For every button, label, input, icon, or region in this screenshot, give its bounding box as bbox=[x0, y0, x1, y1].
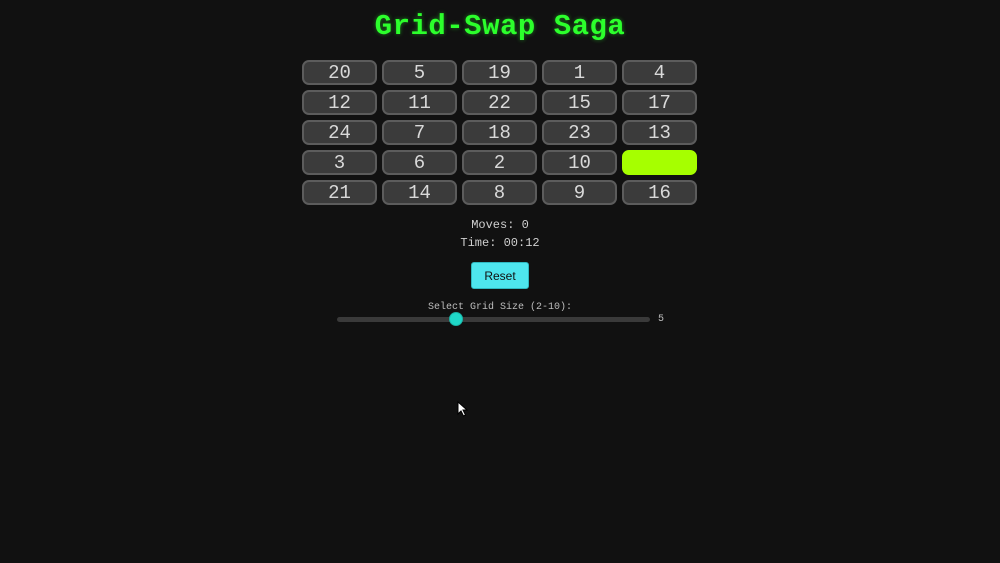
grid-tile[interactable]: 24 bbox=[302, 120, 377, 145]
grid-tile[interactable]: 5 bbox=[382, 60, 457, 85]
grid-tile[interactable]: 2 bbox=[462, 150, 537, 175]
grid-tile[interactable]: 6 bbox=[382, 150, 457, 175]
reset-button[interactable]: Reset bbox=[471, 262, 529, 289]
grid-tile[interactable]: 16 bbox=[622, 180, 697, 205]
grid-tile[interactable]: 10 bbox=[542, 150, 617, 175]
grid-tile[interactable]: 12 bbox=[302, 90, 377, 115]
grid-tile[interactable]: 19 bbox=[462, 60, 537, 85]
grid-size-slider-track[interactable] bbox=[337, 317, 650, 322]
grid-tile[interactable]: 21 bbox=[302, 180, 377, 205]
grid-tile[interactable]: 14 bbox=[382, 180, 457, 205]
grid-tile[interactable]: 13 bbox=[622, 120, 697, 145]
game-title: Grid-Swap Saga bbox=[374, 10, 626, 43]
grid-tile[interactable]: 18 bbox=[462, 120, 537, 145]
timer-display: Time: 00:12 bbox=[460, 236, 540, 250]
grid-tile[interactable]: 17 bbox=[622, 90, 697, 115]
grid-tile[interactable]: 11 bbox=[382, 90, 457, 115]
grid-tile[interactable]: 23 bbox=[542, 120, 617, 145]
grid-tile[interactable]: 1 bbox=[542, 60, 617, 85]
grid-tile[interactable]: 15 bbox=[542, 90, 617, 115]
grid-tile[interactable]: 7 bbox=[382, 120, 457, 145]
grid-tile[interactable]: 4 bbox=[622, 60, 697, 85]
grid-tile[interactable]: 9 bbox=[542, 180, 617, 205]
grid-size-value: 5 bbox=[658, 314, 665, 325]
grid-tile[interactable]: 20 bbox=[302, 60, 377, 85]
grid-tile[interactable]: 3 bbox=[302, 150, 377, 175]
grid-tile[interactable]: 8 bbox=[462, 180, 537, 205]
grid-size-slider-thumb[interactable] bbox=[449, 312, 464, 326]
empty-tile[interactable] bbox=[622, 150, 697, 175]
game-page: Grid-Swap Saga 20 5 19 1 4 12 11 22 15 17 24 7 18 23 1… bbox=[0, 0, 1000, 563]
grid-size-label: Select Grid Size (2-10): bbox=[427, 302, 573, 313]
moves-counter: Moves: 0 bbox=[471, 218, 529, 232]
puzzle-grid: 20 5 19 1 4 12 11 22 15 17 24 7 18 23 13 3 6 2 10 21 14 8 9 16 bbox=[302, 60, 699, 207]
mouse-pointer-icon bbox=[457, 401, 469, 417]
grid-tile[interactable]: 22 bbox=[462, 90, 537, 115]
